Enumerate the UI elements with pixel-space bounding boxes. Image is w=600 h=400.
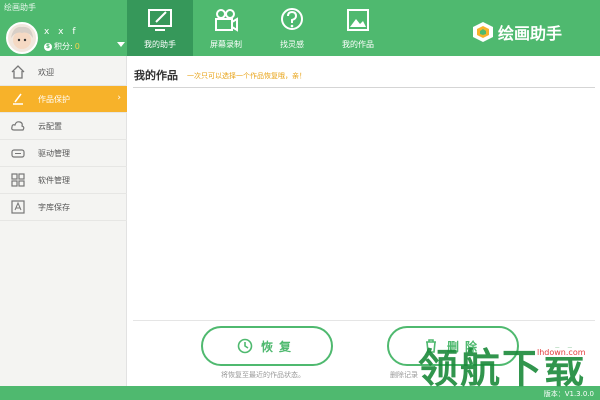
picture-frame-icon: [347, 9, 369, 31]
brand-name: 绘画助手: [498, 24, 563, 43]
sidebar-item-welcome[interactable]: 欢迎: [0, 59, 127, 86]
tab-label: 屏幕录制: [210, 40, 242, 49]
sidebar-item-label: 云配置: [38, 121, 62, 131]
window-title: 绘画助手: [4, 3, 36, 12]
sidebar-item-label: 驱动管理: [38, 148, 70, 158]
monitor-brush-icon: [148, 9, 172, 31]
page-hint: 一次只可以选择一个作品恢复哦，亲！: [187, 72, 306, 80]
tab-label: 找灵感: [280, 40, 304, 49]
home-icon: [11, 65, 25, 79]
bottom-divider: [133, 320, 595, 321]
points-display: $ 积分: 0: [44, 41, 80, 52]
username: x x f: [44, 27, 79, 37]
delete-description: 删除记录: [390, 371, 418, 379]
sidebar-item-label: 字库保存: [38, 202, 70, 212]
chevron-right-icon: ›: [117, 93, 121, 103]
tab-label: 我的作品: [342, 40, 374, 49]
coin-icon: $: [44, 42, 52, 51]
tab-label: 我的助手: [144, 40, 176, 49]
points-label: 积分:: [54, 42, 73, 51]
sidebar-item-driver-manage[interactable]: 驱动管理: [0, 140, 127, 167]
brand-cube-icon: [473, 22, 493, 42]
tab-inspiration[interactable]: 找灵感: [259, 0, 325, 56]
clock-restore-icon: [237, 338, 253, 354]
cloud-icon: [11, 121, 25, 131]
tab-screen-record[interactable]: 屏幕录制: [193, 0, 259, 56]
sidebar-item-label: 欢迎: [38, 67, 54, 77]
page-title: 我的作品: [134, 69, 178, 82]
video-camera-icon: [215, 9, 238, 32]
user-dropdown-caret-icon[interactable]: [117, 42, 125, 47]
sidebar-item-cloud-config[interactable]: 云配置: [0, 113, 127, 140]
tab-my-assistant[interactable]: 我的助手: [127, 0, 193, 56]
avatar[interactable]: [6, 22, 38, 54]
font-library-icon: [11, 200, 25, 214]
sidebar-item-work-protect[interactable]: 作品保护 ›: [0, 86, 127, 113]
brand-logo: 绘画助手: [472, 20, 562, 44]
grid-icon: [11, 173, 25, 187]
restore-label: 恢复: [260, 339, 297, 354]
avatar-image-icon: [11, 26, 33, 49]
lightbulb-question-icon: [281, 8, 303, 30]
sidebar-item-font-save[interactable]: 字库保存: [0, 194, 127, 221]
restore-description: 将恢复至最近的作品状态。: [221, 371, 305, 379]
watermark-text: 领航下载: [418, 346, 586, 392]
restore-button[interactable]: 恢复: [201, 326, 333, 366]
tab-my-works[interactable]: 我的作品: [325, 0, 391, 56]
sidebar-item-label: 作品保护: [38, 94, 70, 104]
sidebar-item-software-manage[interactable]: 软件管理: [0, 167, 127, 194]
watermark-site: lhdown.com: [535, 348, 588, 357]
sidebar-item-label: 软件管理: [38, 175, 70, 185]
works-list-area[interactable]: [133, 88, 595, 320]
brush-protect-icon: [13, 93, 23, 105]
points-value: 0: [74, 42, 80, 51]
tablet-icon: [11, 149, 25, 158]
